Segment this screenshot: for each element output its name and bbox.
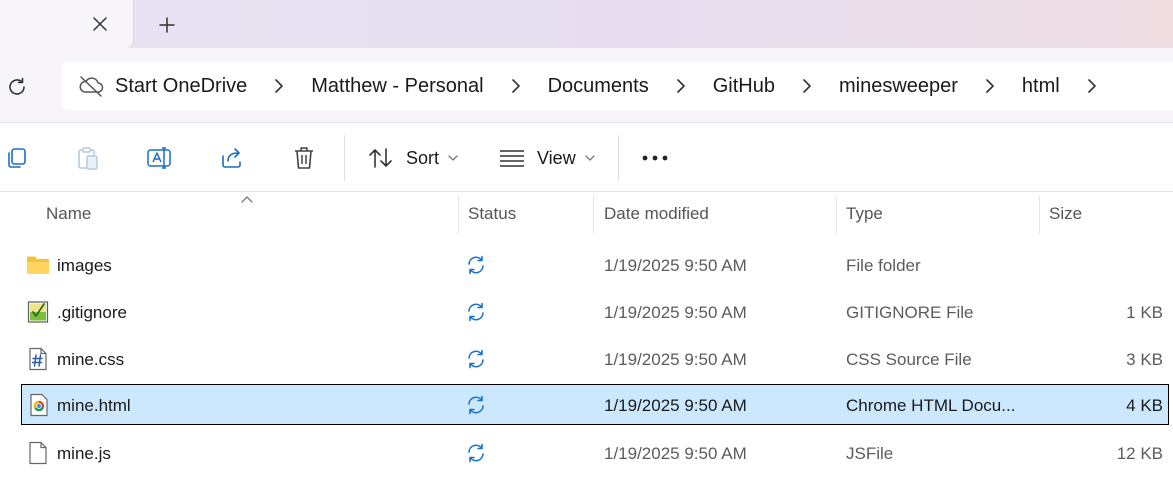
file-row[interactable]: images 1/19/2025 9:50 AM File folder [21, 245, 1169, 286]
file-name: mine.html [57, 395, 131, 415]
file-size [1041, 245, 1163, 286]
refresh-icon [6, 76, 28, 98]
close-icon[interactable] [88, 12, 112, 36]
view-button[interactable]: View [499, 143, 595, 173]
column-headers: Name Status Date modified Type Size [0, 192, 1173, 236]
file-row[interactable]: .gitignore 1/19/2025 9:50 AM GITIGNORE F… [21, 292, 1169, 333]
chevron-right-icon[interactable] [484, 79, 548, 93]
chevron-right-icon[interactable] [958, 79, 1022, 93]
file-type: CSS Source File [846, 349, 972, 369]
plus-icon [158, 16, 176, 34]
chevron-right-icon[interactable] [247, 79, 311, 93]
more-horizontal-icon [641, 154, 669, 162]
generic-file-icon [26, 441, 50, 465]
share-icon [219, 145, 245, 171]
more-options-button[interactable] [641, 144, 669, 172]
column-divider[interactable] [1039, 196, 1040, 234]
file-size: 3 KB [1126, 349, 1163, 369]
chevron-right-icon[interactable] [1060, 79, 1124, 93]
file-type: Chrome HTML Docu... [846, 395, 1016, 415]
column-divider[interactable] [836, 196, 837, 234]
address-bar[interactable]: Start OneDrive Matthew - Personal Docume… [62, 62, 1173, 110]
sync-status-icon [464, 393, 488, 417]
command-bar: Sort View [0, 123, 1173, 192]
file-row-selected[interactable]: mine.html 1/19/2025 9:50 AM Chrome HTML … [21, 384, 1169, 425]
column-divider[interactable] [593, 196, 594, 234]
css-file-icon [26, 347, 50, 371]
rename-icon [146, 145, 174, 171]
folder-icon [26, 253, 50, 277]
paste-button[interactable] [74, 144, 102, 172]
file-type: File folder [846, 255, 921, 275]
view-label: View [537, 147, 576, 168]
refresh-button[interactable] [4, 74, 30, 100]
file-date-modified: 1/19/2025 9:50 AM [604, 395, 747, 415]
view-list-icon [499, 149, 525, 167]
file-date-modified: 1/19/2025 9:50 AM [604, 349, 747, 369]
paste-icon [75, 145, 101, 171]
delete-button[interactable] [290, 144, 318, 172]
trash-icon [292, 145, 316, 171]
breadcrumb-start-onedrive[interactable]: Start OneDrive [115, 75, 247, 98]
breadcrumb-documents[interactable]: Documents [548, 75, 649, 98]
file-name: .gitignore [57, 302, 127, 322]
sync-status-icon [464, 253, 488, 277]
breadcrumb-html[interactable]: html [1022, 75, 1060, 98]
column-header-size[interactable]: Size [1049, 192, 1082, 236]
sort-button[interactable]: Sort [368, 143, 458, 173]
breadcrumb-minesweeper[interactable]: minesweeper [839, 75, 958, 98]
toolbar-divider [618, 135, 619, 181]
chevron-down-icon [448, 155, 458, 161]
chevron-down-icon [585, 155, 595, 161]
file-name: images [57, 255, 112, 275]
active-tab[interactable] [0, 0, 134, 48]
sync-status-icon [464, 300, 488, 324]
column-header-type[interactable]: Type [846, 192, 883, 236]
sync-status-icon [464, 347, 488, 371]
sync-status-icon [464, 441, 488, 465]
copy-button[interactable] [3, 144, 31, 172]
gitignore-file-icon [26, 300, 50, 324]
toolbar-divider [344, 135, 345, 181]
chevron-right-icon[interactable] [775, 79, 839, 93]
file-size: 1 KB [1126, 302, 1163, 322]
copy-icon [5, 146, 29, 170]
file-date-modified: 1/19/2025 9:50 AM [604, 255, 747, 275]
share-button[interactable] [218, 144, 246, 172]
chevron-right-icon[interactable] [649, 79, 713, 93]
address-row: Start OneDrive Matthew - Personal Docume… [0, 48, 1173, 123]
new-tab-button[interactable] [154, 12, 180, 38]
rename-button[interactable] [146, 144, 174, 172]
column-header-status[interactable]: Status [468, 192, 516, 236]
tab-strip [0, 0, 1173, 48]
file-size: 12 KB [1116, 443, 1163, 463]
file-type: JSFile [846, 443, 894, 463]
column-header-date-modified[interactable]: Date modified [604, 192, 709, 236]
file-row[interactable]: mine.css 1/19/2025 9:50 AM CSS Source Fi… [21, 339, 1169, 380]
file-date-modified: 1/19/2025 9:50 AM [604, 443, 747, 463]
column-divider[interactable] [458, 196, 459, 234]
sort-ascending-caret-icon [240, 192, 254, 210]
column-header-name[interactable]: Name [46, 192, 91, 236]
sort-icon [368, 147, 394, 169]
file-name: mine.css [57, 349, 125, 369]
file-date-modified: 1/19/2025 9:50 AM [604, 302, 747, 322]
breadcrumb-github[interactable]: GitHub [713, 75, 775, 98]
sort-label: Sort [406, 147, 440, 168]
file-name: mine.js [57, 443, 111, 463]
cloud-offline-icon [78, 73, 104, 99]
chrome-html-file-icon [27, 393, 51, 417]
file-size: 4 KB [1126, 395, 1163, 415]
breadcrumb-matthew-personal[interactable]: Matthew - Personal [311, 75, 483, 98]
file-row[interactable]: mine.js 1/19/2025 9:50 AM JSFile 12 KB [21, 433, 1169, 474]
file-type: GITIGNORE File [846, 302, 974, 322]
